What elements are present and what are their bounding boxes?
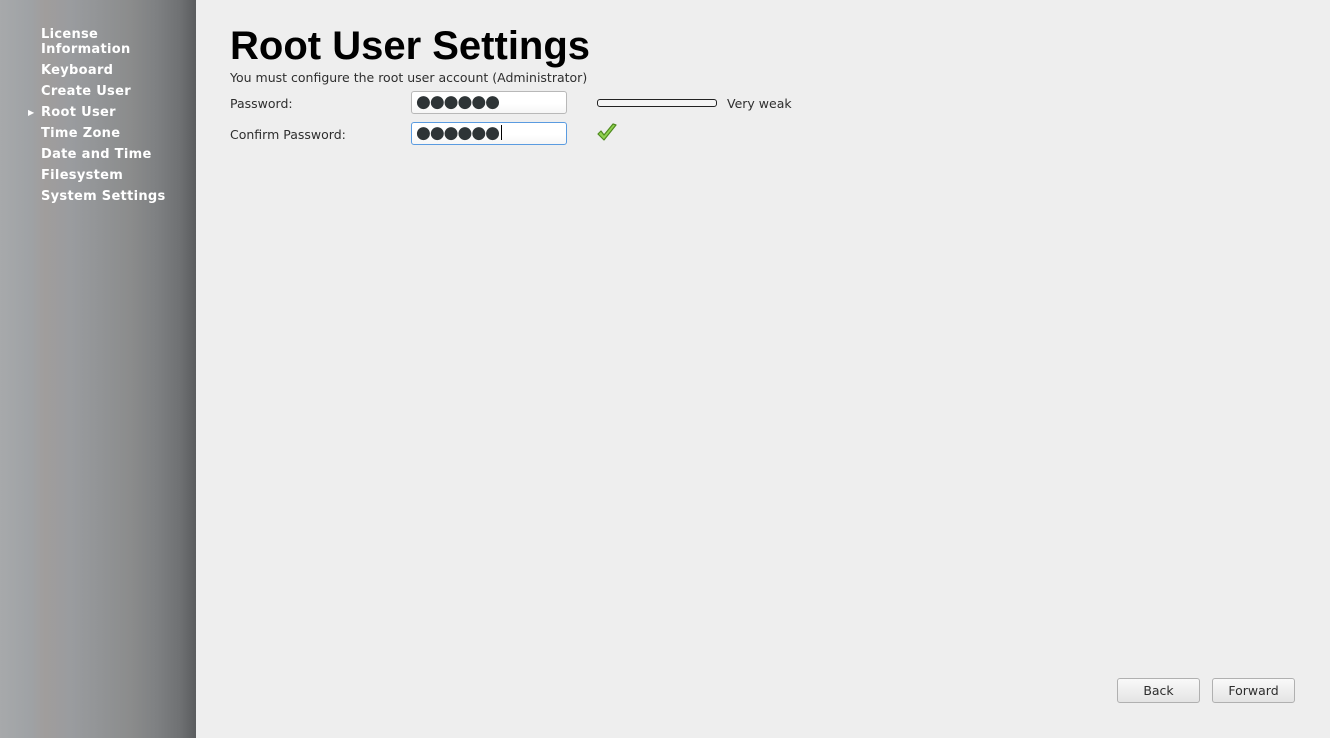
sidebar-item-label: License Information: [41, 27, 131, 57]
sidebar: License Information Keyboard Create User…: [0, 0, 196, 738]
sidebar-item-filesystem: Filesystem: [41, 168, 181, 183]
page-title: Root User Settings: [230, 24, 591, 68]
text-cursor: [501, 125, 503, 140]
sidebar-item-date-and-time: Date and Time: [41, 147, 181, 162]
sidebar-item-system-settings: System Settings: [41, 189, 181, 204]
checkmark-icon: [596, 122, 618, 148]
password-strength-bar: [597, 99, 717, 107]
sidebar-item-create-user: Create User: [41, 84, 181, 99]
page-subtitle: You must configure the root user account…: [230, 70, 588, 85]
confirm-password-value: ●●●●●●: [416, 123, 500, 143]
back-button[interactable]: Back: [1117, 678, 1200, 703]
password-strength-label: Very weak: [727, 96, 792, 111]
confirm-password-label: Confirm Password:: [230, 127, 346, 142]
confirm-password-input[interactable]: ●●●●●●: [411, 122, 567, 145]
sidebar-item-label: Time Zone: [41, 126, 121, 141]
sidebar-item-label: Create User: [41, 84, 131, 99]
sidebar-item-label: Date and Time: [41, 147, 152, 162]
sidebar-item-license-information: License Information: [41, 27, 181, 57]
password-input[interactable]: ●●●●●●: [411, 91, 567, 114]
sidebar-nav: License Information Keyboard Create User…: [28, 27, 181, 210]
sidebar-item-keyboard: Keyboard: [41, 63, 181, 78]
password-label: Password:: [230, 96, 293, 111]
sidebar-item-root-user: ▶ Root User: [28, 105, 181, 120]
sidebar-item-label: Root User: [41, 105, 116, 120]
sidebar-item-label: Filesystem: [41, 168, 124, 183]
current-step-arrow-icon: ▶: [28, 108, 35, 117]
sidebar-item-time-zone: Time Zone: [41, 126, 181, 141]
sidebar-item-label: System Settings: [41, 189, 166, 204]
password-value: ●●●●●●: [416, 92, 500, 112]
sidebar-item-label: Keyboard: [41, 63, 114, 78]
forward-button[interactable]: Forward: [1212, 678, 1295, 703]
